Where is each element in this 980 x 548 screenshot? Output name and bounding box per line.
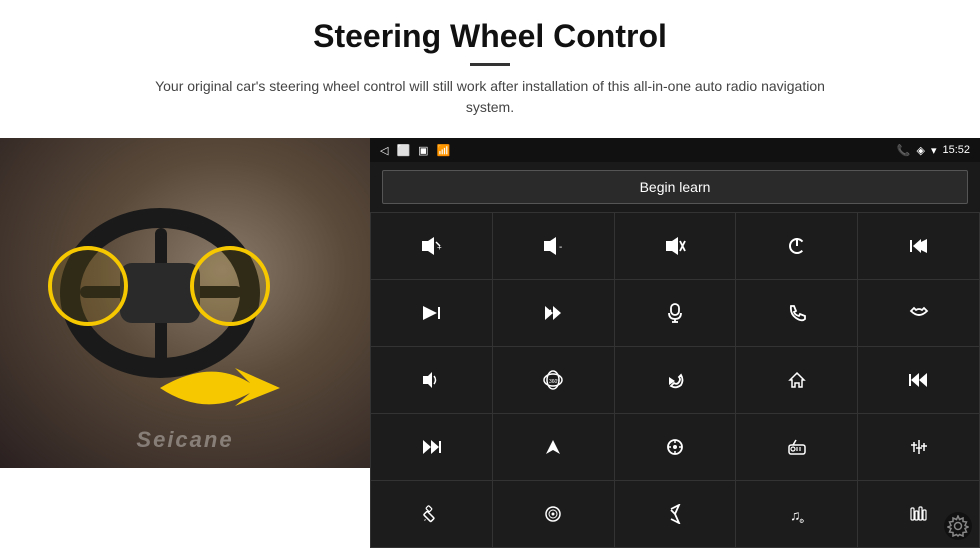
mic-button[interactable] bbox=[615, 280, 736, 346]
content-area: Seicane ◁ ⬜ ▣ 📶 📞 ◈ ▾ 15:52 bbox=[0, 138, 980, 548]
signal-icon: 📶 bbox=[437, 144, 451, 157]
vol-up-button[interactable]: + bbox=[371, 213, 492, 279]
android-wrapper: ◁ ⬜ ▣ 📶 📞 ◈ ▾ 15:52 Begin learn bbox=[370, 138, 980, 548]
phone-call-button[interactable] bbox=[736, 280, 857, 346]
svg-text:-: - bbox=[559, 242, 562, 253]
music-note-button[interactable]: ♫⚙ bbox=[736, 481, 857, 547]
begin-learn-button[interactable]: Begin learn bbox=[382, 170, 968, 204]
yellow-circle-right bbox=[190, 246, 270, 326]
status-bar-left: ◁ ⬜ ▣ 📶 bbox=[380, 144, 450, 157]
settings-sliders-button[interactable] bbox=[858, 414, 979, 480]
home-button[interactable] bbox=[736, 347, 857, 413]
car-photo: Seicane bbox=[0, 138, 370, 468]
pen-button[interactable] bbox=[371, 481, 492, 547]
source-button[interactable] bbox=[615, 414, 736, 480]
status-bar: ◁ ⬜ ▣ 📶 📞 ◈ ▾ 15:52 bbox=[370, 138, 980, 162]
bluetooth-button[interactable] bbox=[615, 481, 736, 547]
svg-text:⚙: ⚙ bbox=[799, 518, 804, 523]
seicane-watermark: Seicane bbox=[136, 427, 233, 453]
mute-button[interactable] bbox=[615, 213, 736, 279]
360-view-button[interactable]: 360° bbox=[493, 347, 614, 413]
android-screen: ◁ ⬜ ▣ 📶 📞 ◈ ▾ 15:52 Begin learn bbox=[370, 138, 980, 548]
svg-text:360°: 360° bbox=[549, 379, 559, 385]
back-nav-icon[interactable]: ◁ bbox=[380, 144, 388, 157]
time-display: 15:52 bbox=[942, 144, 970, 156]
disc-button[interactable] bbox=[493, 481, 614, 547]
settings-gear-button[interactable] bbox=[944, 512, 972, 540]
location-icon: ◈ bbox=[916, 144, 924, 157]
fwd-skip-button[interactable] bbox=[493, 280, 614, 346]
begin-learn-area: Begin learn bbox=[370, 162, 980, 212]
prev-skip-button[interactable] bbox=[858, 213, 979, 279]
hang-up-button[interactable] bbox=[858, 280, 979, 346]
wifi-icon: ▾ bbox=[931, 144, 937, 157]
power-button[interactable] bbox=[736, 213, 857, 279]
back-button[interactable] bbox=[615, 347, 736, 413]
sound-button[interactable] bbox=[371, 347, 492, 413]
subtitle: Your original car's steering wheel contr… bbox=[140, 76, 840, 118]
page-title: Steering Wheel Control bbox=[60, 18, 920, 55]
status-bar-right: 📞 ◈ ▾ 15:52 bbox=[897, 144, 970, 157]
phone-icon: 📞 bbox=[897, 144, 911, 157]
radio-button[interactable] bbox=[736, 414, 857, 480]
window-nav-icon[interactable]: ▣ bbox=[418, 144, 428, 157]
navigate-button[interactable] bbox=[493, 414, 614, 480]
header-section: Steering Wheel Control Your original car… bbox=[0, 0, 980, 128]
home-nav-icon[interactable]: ⬜ bbox=[396, 144, 410, 157]
yellow-arrow bbox=[150, 348, 330, 428]
svg-text:+: + bbox=[437, 243, 442, 252]
fast-forward-button[interactable] bbox=[371, 414, 492, 480]
next-track-button[interactable] bbox=[371, 280, 492, 346]
title-divider bbox=[470, 63, 510, 66]
icon-grid: + - bbox=[370, 212, 980, 548]
vol-down-button[interactable]: - bbox=[493, 213, 614, 279]
yellow-circle-left bbox=[48, 246, 128, 326]
page-wrapper: Steering Wheel Control Your original car… bbox=[0, 0, 980, 548]
sw-center bbox=[120, 263, 200, 323]
rewind-button[interactable] bbox=[858, 347, 979, 413]
